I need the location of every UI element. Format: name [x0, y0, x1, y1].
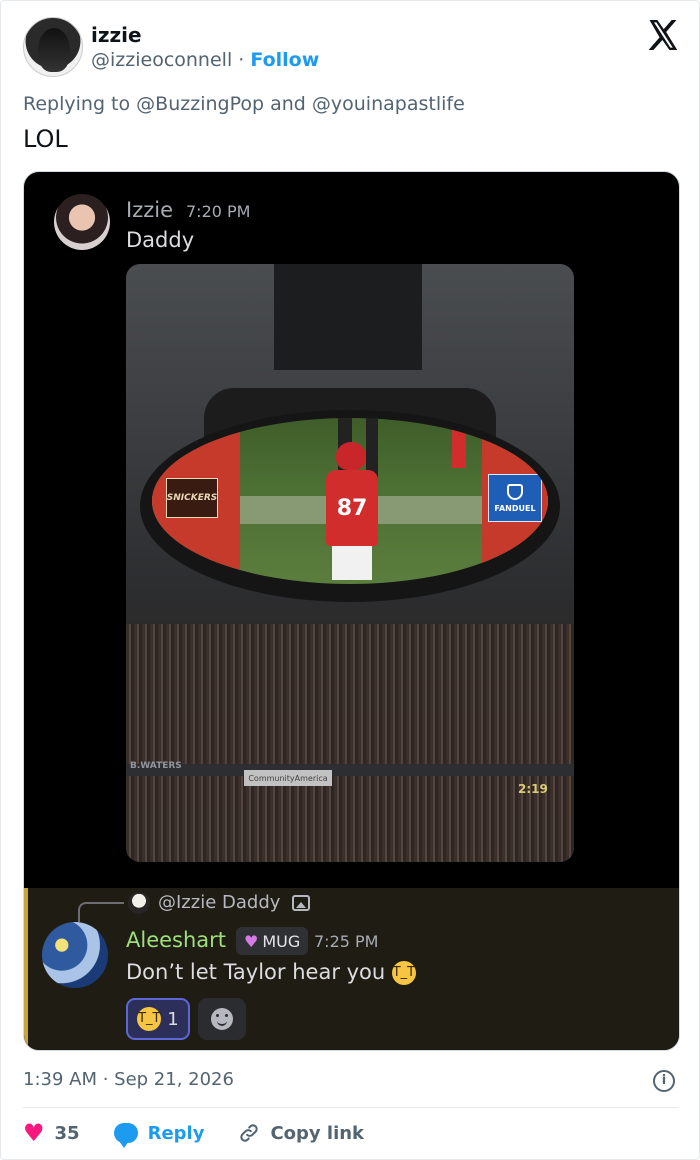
reply-reference: @Izzie Daddy — [158, 892, 311, 913]
crowd: B.WATERS CommunityAmerica 2:19 — [126, 624, 574, 862]
image-icon — [292, 895, 311, 911]
discord-author-name: Izzie — [126, 198, 173, 222]
replying-prefix: Replying to — [23, 93, 131, 115]
reaction-count: 1 — [167, 1008, 179, 1030]
badge-heart-icon: ♥ — [244, 931, 259, 951]
reply-author-name: Aleeshart — [126, 928, 227, 952]
like-count: 35 — [54, 1122, 80, 1144]
add-reaction — [198, 998, 246, 1040]
stadium-photo: SNICKERS FANDUEL 87 B.WATERS CommunityAm… — [126, 264, 574, 862]
banner-bwaters: B.WATERS — [130, 761, 182, 771]
replying-and: and — [270, 93, 306, 115]
reply-text-row: Don’t let Taylor hear you T_T — [126, 960, 416, 985]
badge-label: MUG — [262, 931, 301, 951]
attached-image[interactable]: Izzie 7:20 PM Daddy SNICKERS FANDUEL 87 … — [23, 171, 680, 1051]
banner-communityamerica: CommunityAmerica — [244, 770, 332, 786]
sob-emoji-icon: T_T — [391, 961, 416, 985]
replying-to: Replying to @BuzzingPop and @youinapastl… — [23, 93, 465, 115]
like-button[interactable]: ♥ 35 — [23, 1121, 80, 1145]
ad-panel-left: SNICKERS — [152, 418, 240, 584]
reply-text: Don’t let Taylor hear you — [126, 960, 386, 984]
jersey-number: 87 — [326, 470, 378, 546]
server-tag-badge: ♥ MUG — [236, 927, 309, 955]
smiley-icon — [211, 1008, 233, 1030]
reply-time: 7:25 PM — [314, 932, 379, 951]
reply-button[interactable]: Reply — [113, 1122, 205, 1148]
jumbotron-screen: SNICKERS FANDUEL 87 — [152, 418, 548, 584]
tweet-card: izzie @izzieoconnell · Follow Replying t… — [0, 0, 700, 1160]
snickers-ad: SNICKERS — [166, 478, 218, 518]
player-87: 87 — [320, 442, 382, 580]
discord-message-text: Daddy — [126, 228, 195, 252]
separator-dot: · — [238, 49, 245, 71]
discord-avatar-aleeshart — [42, 922, 108, 988]
copy-link-label: Copy link — [270, 1122, 365, 1144]
post-timestamp[interactable]: 1:39 AM · Sep 21, 2026 — [23, 1069, 234, 1090]
reaction-sob-icon: T_T — [137, 1007, 162, 1031]
tweet-text: LOL — [23, 125, 68, 153]
reply-ref-text: Daddy — [222, 892, 281, 913]
info-icon[interactable]: i — [653, 1070, 675, 1092]
author-handle-row: @izzieoconnell · Follow — [91, 49, 319, 71]
copy-link-button[interactable]: Copy link — [238, 1122, 364, 1144]
link-icon — [240, 1124, 259, 1142]
speech-bubble-icon — [113, 1123, 138, 1148]
scoreboard-top — [274, 264, 422, 370]
follow-button[interactable]: Follow — [250, 49, 319, 71]
reply-ref-avatar — [128, 892, 150, 914]
fanduel-shield-icon — [507, 483, 523, 500]
author-handle[interactable]: @izzieoconnell — [91, 49, 232, 71]
fanduel-label: FANDUEL — [494, 503, 536, 513]
reply-connector — [78, 902, 124, 922]
mention-youinapastlife[interactable]: @youinapastlife — [312, 93, 465, 115]
action-bar: ♥ 35 Reply Copy link — [23, 1119, 398, 1148]
stadium-clock: 2:19 — [518, 782, 548, 796]
discord-avatar-izzie — [54, 194, 110, 250]
author-avatar[interactable] — [23, 17, 83, 77]
reply-ref-author: @Izzie — [158, 892, 217, 913]
x-logo-icon[interactable] — [645, 17, 681, 53]
heart-icon: ♥ — [23, 1119, 45, 1147]
mention-buzzingpop[interactable]: @BuzzingPop — [136, 93, 264, 115]
ad-panel-right: FANDUEL — [482, 418, 548, 584]
reply-label: Reply — [147, 1122, 205, 1144]
reaction-sob: T_T 1 — [126, 998, 190, 1040]
divider — [23, 1107, 679, 1108]
author-display-name[interactable]: izzie — [91, 23, 142, 47]
discord-message-time: 7:20 PM — [186, 202, 251, 221]
fanduel-ad: FANDUEL — [488, 474, 542, 522]
